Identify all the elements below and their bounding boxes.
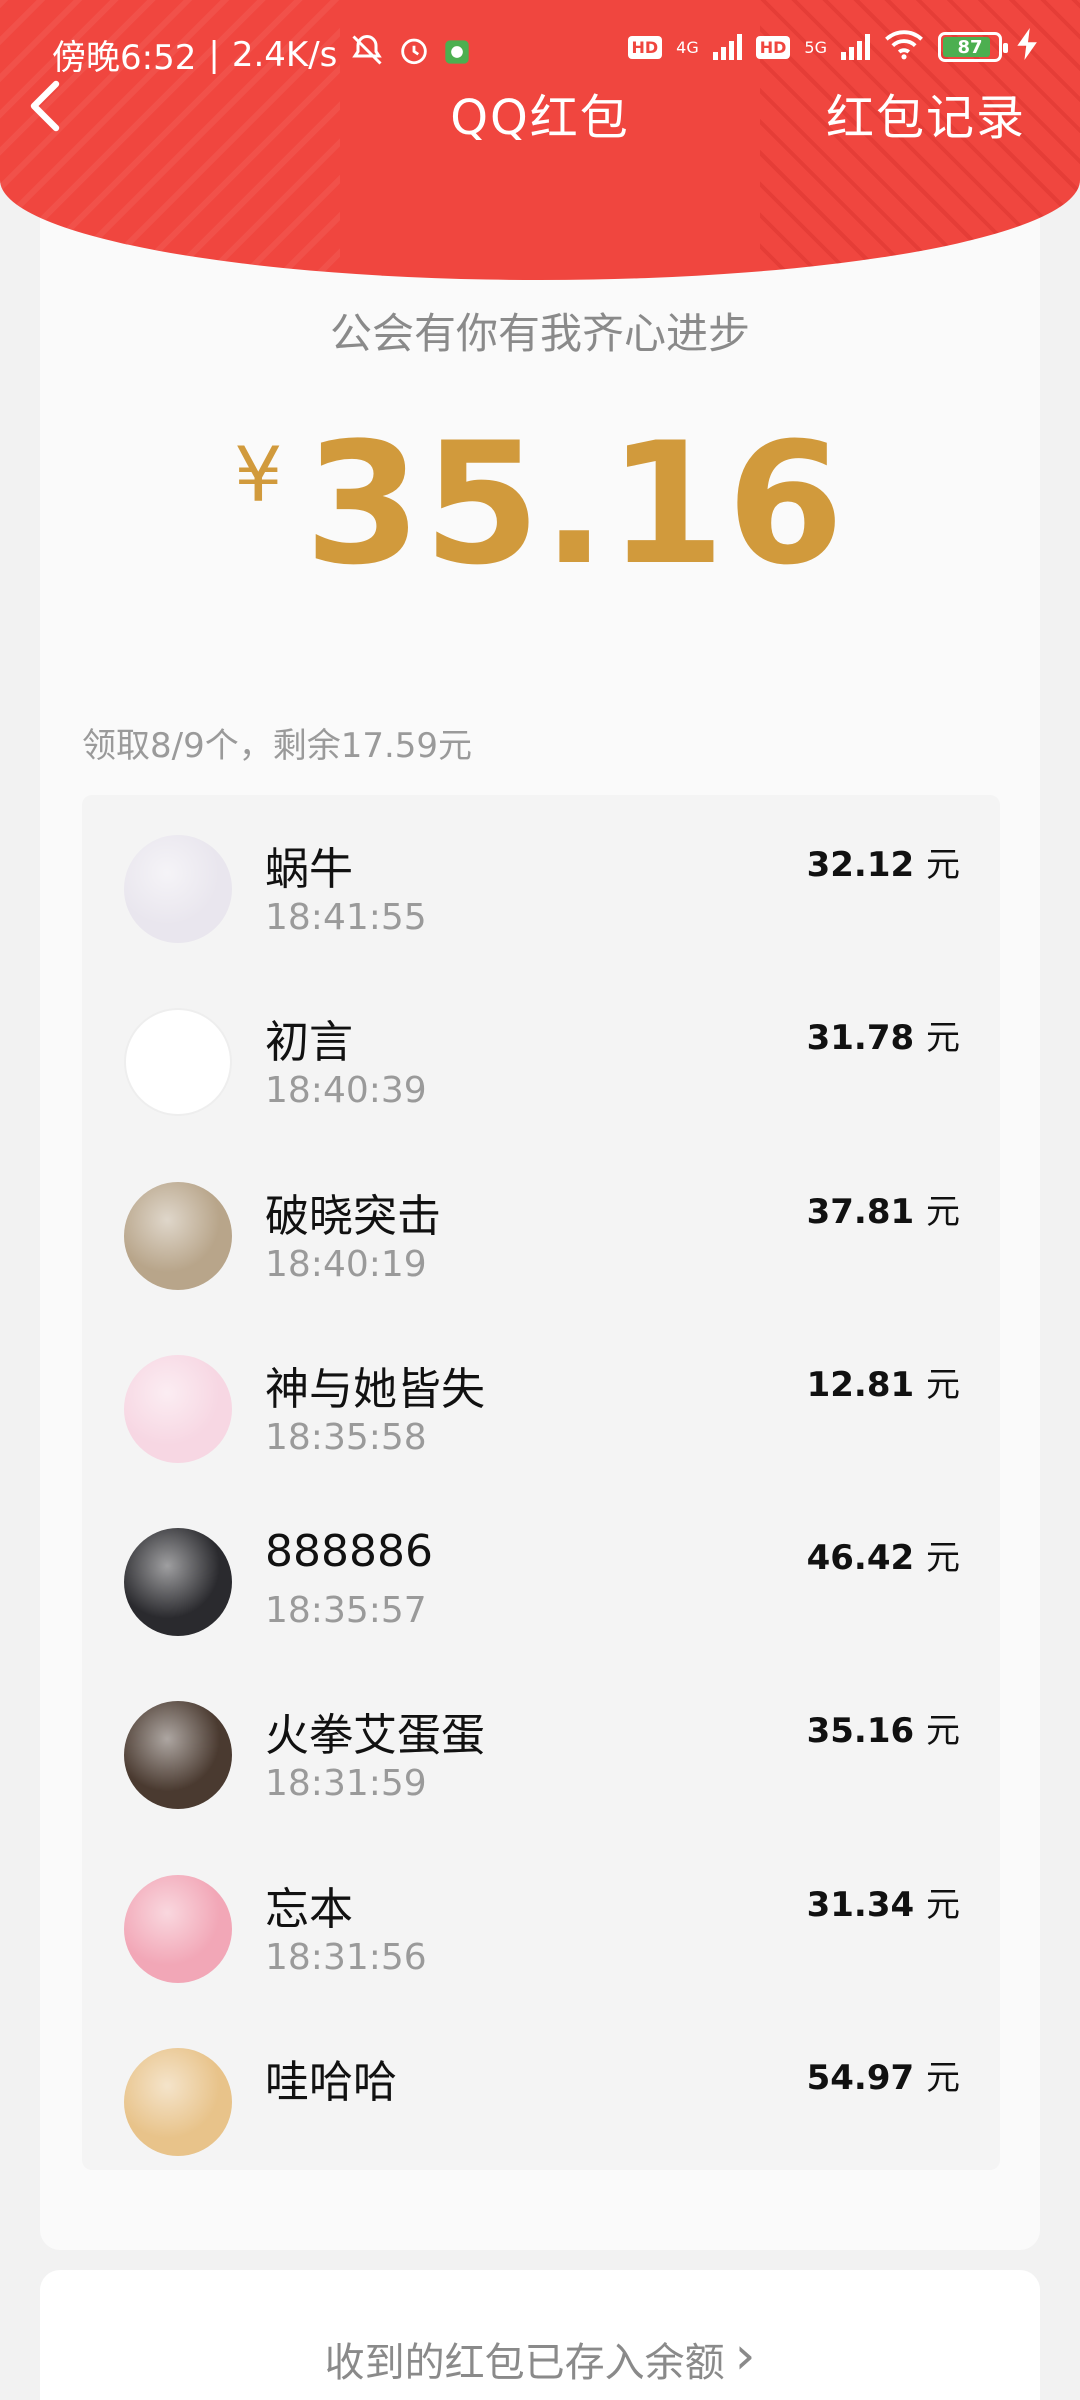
- footer-area: 收到的红包已存入余额 ›: [40, 2270, 1040, 2400]
- receive-time: 18:31:56: [265, 1936, 427, 1978]
- received-money: 12.81 元: [807, 1357, 960, 1406]
- receive-time: 18:31:59: [265, 1763, 427, 1805]
- received-money: 46.42 元: [807, 1530, 960, 1579]
- received-money: 37.81 元: [807, 1184, 960, 1233]
- receiver-row[interactable]: 哇哈哈 54.97 元: [82, 2008, 1000, 2170]
- receive-time: 18:40:39: [265, 1070, 427, 1112]
- currency-symbol: ¥: [234, 430, 283, 519]
- receiver-name: 神与她皆失: [265, 1363, 485, 1415]
- hd-badge-2: HD: [755, 35, 791, 59]
- money-unit: 元: [926, 845, 960, 885]
- battery-level: 87: [957, 36, 983, 58]
- received-money: 31.34 元: [807, 1877, 960, 1926]
- receiver-name: 初言: [265, 1017, 353, 1069]
- avatar[interactable]: [124, 1008, 232, 1117]
- money-value: 12.81: [806, 1364, 915, 1405]
- money-value: 37.81: [806, 1191, 915, 1232]
- chevron-right-icon: ›: [734, 2326, 756, 2386]
- nav-bar: QQ红包 红包记录: [0, 70, 1080, 150]
- receive-time: 18:35:57: [265, 1590, 427, 1631]
- received-money: 54.97 元: [807, 2050, 960, 2099]
- network-speed: 2.4K/s: [231, 34, 338, 75]
- balance-link-text: 收到的红包已存入余额: [324, 2340, 725, 2386]
- avatar[interactable]: [124, 2047, 232, 2156]
- app-notification-icon: [443, 35, 471, 75]
- signal-icon-2: [841, 34, 870, 60]
- receive-time: 18:41:55: [265, 897, 427, 938]
- receiver-row[interactable]: 888886 18:35:57 46.42 元: [82, 1488, 1000, 1665]
- network-type-1: 4G: [676, 37, 699, 57]
- money-value: 46.42: [806, 1538, 915, 1578]
- money-value: 35.16: [806, 1711, 915, 1752]
- receiver-row[interactable]: 忘本 18:31:56 31.34 元: [82, 1835, 1000, 2012]
- money-unit: 元: [926, 2057, 960, 2098]
- money-unit: 元: [926, 1018, 960, 1059]
- receiver-name: 破晓突击: [265, 1190, 441, 1242]
- receive-time: 18:40:19: [265, 1243, 427, 1285]
- balance-link[interactable]: 收到的红包已存入余额 ›: [40, 2330, 1040, 2388]
- avatar[interactable]: [124, 1528, 232, 1636]
- avatar[interactable]: [124, 1181, 232, 1290]
- receiver-row[interactable]: 初言 18:40:39 31.78 元: [82, 968, 1000, 1145]
- receiver-row[interactable]: 破晓突击 18:40:19 37.81 元: [82, 1142, 1000, 1319]
- money-unit: 元: [926, 1884, 960, 1925]
- money-value: 31.78: [806, 1018, 915, 1059]
- claim-summary: 领取8/9个，剩余17.59元: [82, 726, 473, 766]
- receiver-name: 蜗牛: [265, 844, 353, 895]
- wifi-icon: [884, 28, 924, 66]
- money-unit: 元: [926, 1538, 960, 1578]
- signal-icon-1: [712, 34, 742, 60]
- receiver-name: 888886: [265, 1526, 433, 1577]
- money-unit: 元: [926, 1711, 960, 1752]
- money-unit: 元: [926, 1364, 960, 1405]
- receiver-row[interactable]: 火拳艾蛋蛋 18:31:59 35.16 元: [82, 1661, 1000, 1838]
- received-money: 31.78 元: [807, 1010, 960, 1059]
- charging-icon: [1016, 28, 1040, 66]
- avatar[interactable]: [124, 1701, 232, 1810]
- avatar[interactable]: [124, 1874, 232, 1983]
- money-value: 32.12: [806, 845, 915, 885]
- received-money: 32.12 元: [807, 837, 960, 886]
- receiver-row[interactable]: 神与她皆失 18:35:58 12.81 元: [82, 1315, 1000, 1492]
- money-value: 31.34: [806, 1884, 915, 1925]
- receiver-list: 蜗牛 18:41:55 32.12 元初言 18:40:39 31.78 元破晓突击 18…: [82, 795, 1000, 2170]
- money-value: 54.97: [806, 2057, 915, 2098]
- red-packet-records-link[interactable]: 红包记录: [826, 78, 1026, 148]
- avatar[interactable]: [124, 1354, 232, 1463]
- receiver-name: 火拳艾蛋蛋: [265, 1710, 485, 1762]
- status-right: HD 4G HD 5G 87: [627, 28, 1041, 66]
- received-amount: ¥ 35.16: [0, 420, 1080, 588]
- status-divider: |: [208, 34, 220, 75]
- network-type-2: 5G: [804, 37, 827, 57]
- receive-time: 18:35:58: [265, 1416, 427, 1458]
- packet-greeting: 公会有你有我齐心进步: [329, 309, 750, 358]
- receiver-name: 哇哈哈: [265, 2056, 397, 2108]
- avatar[interactable]: [124, 835, 232, 943]
- receiver-name: 忘本: [265, 1883, 353, 1935]
- hd-badge-1: HD: [627, 35, 663, 59]
- received-money: 35.16 元: [807, 1703, 960, 1752]
- amount-value: 35.16: [304, 406, 846, 602]
- money-unit: 元: [926, 1191, 960, 1232]
- receiver-row[interactable]: 蜗牛 18:41:55 32.12 元: [82, 795, 1000, 972]
- battery-icon: 87: [938, 32, 1008, 62]
